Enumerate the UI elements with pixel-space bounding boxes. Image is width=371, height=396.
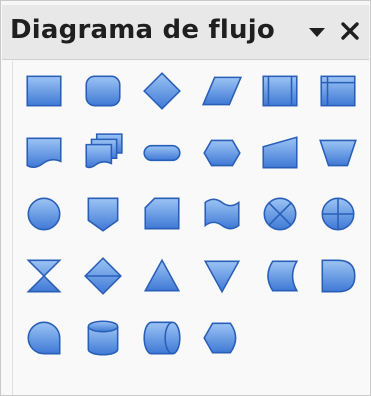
flowchart-collate-button[interactable]	[22, 254, 66, 298]
panel-divider	[12, 61, 13, 395]
flowchart-off-page-connector-button[interactable]	[81, 192, 125, 236]
flowchart-panel: Diagrama de flujo	[0, 0, 371, 396]
flowchart-collate-icon	[26, 259, 62, 293]
flowchart-document-button[interactable]	[22, 131, 66, 175]
flowchart-predefined-process-button[interactable]	[258, 69, 302, 113]
flowchart-multidocument-button[interactable]	[81, 131, 125, 175]
flowchart-manual-input-button[interactable]	[258, 131, 302, 175]
flowchart-punched-tape-icon	[204, 198, 240, 230]
flowchart-manual-input-icon	[262, 136, 298, 169]
flowchart-stored-data-button[interactable]	[258, 254, 302, 298]
flowchart-predefined-process-icon	[262, 75, 298, 107]
flowchart-internal-storage-button[interactable]	[316, 69, 360, 113]
panel-title: Diagrama de flujo	[10, 15, 275, 45]
flowchart-merge-icon	[203, 260, 241, 294]
flowchart-delay-button[interactable]	[316, 254, 360, 298]
flowchart-extract-icon	[143, 258, 181, 292]
flowchart-decision-button[interactable]	[140, 69, 184, 113]
flowchart-stored-data-icon	[267, 260, 299, 292]
flowchart-display-icon	[203, 322, 237, 354]
flowchart-off-page-connector-icon	[87, 197, 119, 232]
flowchart-preparation-icon	[203, 139, 241, 167]
flowchart-multidocument-icon	[85, 133, 123, 169]
flowchart-sequential-access-button[interactable]	[22, 316, 66, 360]
flowchart-card-icon	[144, 197, 180, 230]
flowchart-summing-junction-button[interactable]	[258, 192, 302, 236]
flowchart-terminator-icon	[143, 144, 181, 162]
flowchart-terminator-button[interactable]	[140, 131, 184, 175]
flowchart-magnetic-disc-button[interactable]	[81, 316, 125, 360]
flowchart-display-button[interactable]	[200, 316, 244, 360]
flowchart-sequential-access-icon	[27, 321, 61, 355]
close-icon[interactable]	[336, 15, 364, 47]
flowchart-data-icon	[201, 76, 243, 106]
dropdown-triangle-icon[interactable]	[304, 17, 330, 45]
flowchart-or-icon	[321, 197, 355, 231]
flowchart-manual-operation-button[interactable]	[316, 131, 360, 175]
flowchart-or-button[interactable]	[316, 192, 360, 236]
flowchart-process-icon	[26, 75, 62, 107]
flowchart-magnetic-disc-icon	[87, 320, 119, 356]
flowchart-process-button[interactable]	[22, 69, 66, 113]
flowchart-extract-button[interactable]	[140, 254, 184, 298]
flowchart-card-button[interactable]	[140, 192, 184, 236]
flowchart-preparation-button[interactable]	[200, 131, 244, 175]
flowchart-punched-tape-button[interactable]	[200, 192, 244, 236]
flowchart-decision-icon	[143, 72, 181, 110]
flowchart-summing-junction-icon	[263, 197, 297, 231]
flowchart-manual-operation-icon	[319, 139, 357, 167]
panel-titlebar: Diagrama de flujo	[2, 5, 369, 60]
flowchart-alternate-process-button[interactable]	[81, 69, 125, 113]
flowchart-connector-icon	[27, 197, 61, 231]
flowchart-data-button[interactable]	[200, 69, 244, 113]
flowchart-internal-storage-icon	[320, 75, 356, 107]
flowchart-merge-button[interactable]	[200, 254, 244, 298]
flowchart-direct-access-storage-icon	[143, 321, 181, 355]
flowchart-document-icon	[26, 137, 62, 169]
flowchart-sort-icon	[84, 257, 122, 295]
flowchart-connector-button[interactable]	[22, 192, 66, 236]
flowchart-direct-access-storage-button[interactable]	[140, 316, 184, 360]
shapes-grid	[1, 61, 370, 395]
flowchart-alternate-process-icon	[85, 75, 121, 107]
flowchart-sort-button[interactable]	[81, 254, 125, 298]
flowchart-delay-icon	[321, 259, 356, 293]
